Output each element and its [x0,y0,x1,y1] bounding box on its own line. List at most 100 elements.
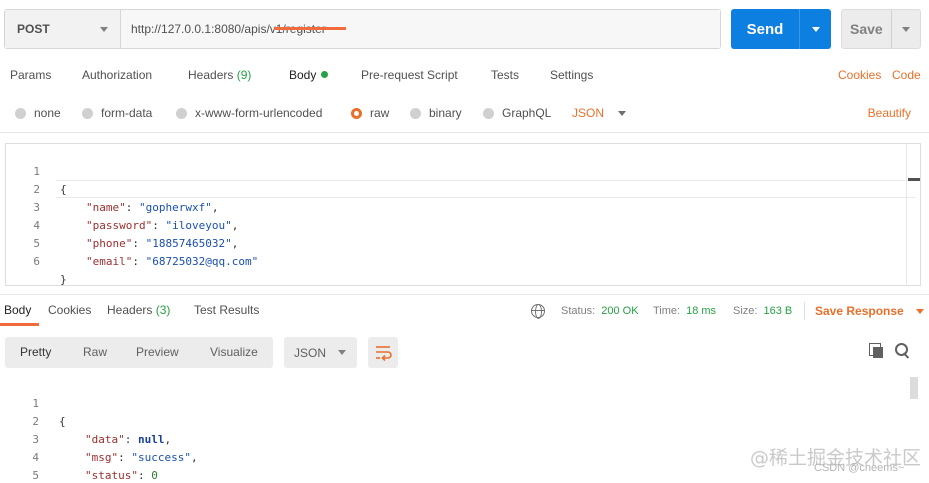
json-sep: : [137,469,152,482]
radio-circle-icon [176,107,187,119]
tab-response-body-label: Body [4,303,32,317]
tab-response-headers-label: Headers [107,303,153,317]
chevron-down-icon [338,350,347,355]
save-button-label: Save [850,21,883,37]
headers-count: (9) [236,68,252,82]
tab-tests[interactable]: Tests [491,62,519,92]
chevron-down-icon [915,308,924,314]
code-line: 6 } [6,235,906,286]
tab-body[interactable]: Body [289,62,329,92]
network-globe-icon[interactable] [531,300,545,322]
radio-raw[interactable]: raw [351,102,389,124]
code-line: 3 "msg": "success", [5,413,905,464]
response-format-select[interactable]: JSON [284,337,357,368]
tab-prerequest-label: Pre-request Script [361,68,458,82]
code-link-label: Code [892,68,921,82]
response-time: Time: 18 ms [653,300,716,322]
tab-settings[interactable]: Settings [550,62,593,92]
request-body-editor[interactable]: 1 { 2 "name": "gopherwxf", 3 "password":… [5,143,921,286]
tab-prerequest-script[interactable]: Pre-request Script [361,62,458,92]
save-button[interactable]: Save [841,9,921,49]
tab-params-label: Params [10,68,52,82]
radio-raw-label: raw [370,106,390,120]
radio-circle-icon [410,107,421,119]
response-scrollbar-thumb[interactable] [910,377,918,399]
save-dropdown-button[interactable] [890,10,920,48]
tab-authorization-label: Authorization [82,68,153,82]
code-link[interactable]: Code [892,62,921,92]
search-icon[interactable] [895,343,911,359]
code-line: 5 "email": "68725032@qq.com" [6,217,906,268]
method-select[interactable]: POST [5,10,121,48]
active-tab-underline [274,27,346,30]
radio-selected-icon [351,107,362,119]
chevron-down-icon [618,110,627,116]
radio-form-data[interactable]: form-data [82,102,152,124]
response-size: Size: 163 B [733,300,792,322]
json-value: "68725032@qq.com" [145,255,259,268]
tab-test-results[interactable]: Test Results [194,300,259,326]
language-label: JSON [572,106,605,120]
tab-response-headers[interactable]: Headers (3) [107,300,170,326]
line-number: 6 [33,255,40,268]
copy-icon[interactable] [869,343,885,359]
active-response-tab-underline [0,323,39,326]
size-label: Size: [733,305,758,317]
view-raw[interactable]: Raw [83,337,107,368]
method-label: POST [17,22,50,36]
tab-params[interactable]: Params [10,62,51,92]
radio-graphql[interactable]: GraphQL [483,102,551,124]
radio-form-data-label: form-data [101,106,153,120]
json-value: 0 [151,469,158,482]
radio-none[interactable]: none [15,102,61,124]
radio-urlencoded-label: x-www-form-urlencoded [195,106,323,120]
url-input[interactable] [121,10,720,48]
code-line: 2 "data": null, [5,395,905,446]
status-label: Status: [561,305,596,317]
cookies-link[interactable]: Cookies [838,62,881,92]
beautify-link[interactable]: Beautify [868,102,911,124]
radio-circle-icon [82,107,93,119]
send-button[interactable]: Send [731,9,831,49]
wrap-lines-icon [376,346,392,362]
send-dropdown-button[interactable] [799,9,831,49]
tab-response-cookies-label: Cookies [48,303,92,317]
view-pretty[interactable]: Pretty [20,337,51,368]
code-line: 2 "name": "gopherwxf", [6,163,906,214]
code-line: 4 "phone": "18857465032", [6,199,906,250]
time-value: 18 ms [686,305,717,317]
view-raw-label: Raw [83,345,108,359]
cookies-link-label: Cookies [838,68,882,82]
json-sep: : [132,255,146,268]
radio-none-label: none [34,106,61,120]
code-line: 3 "password": "iloveyou", [6,181,906,232]
radio-circle-icon [483,107,494,119]
tab-test-results-label: Test Results [194,303,260,317]
save-response-button[interactable]: Save Response [815,300,924,322]
send-button-label: Send [746,20,784,38]
response-status: Status: 200 OK [561,300,639,322]
tab-response-cookies[interactable]: Cookies [48,300,91,326]
view-preview[interactable]: Preview [136,337,179,368]
wrap-lines-button[interactable] [368,337,398,368]
response-headers-count: (3) [155,303,171,317]
code-text: "email": "68725032@qq.com" [86,253,258,271]
view-preview-label: Preview [136,345,179,359]
radio-binary[interactable]: binary [410,102,462,124]
request-tabs: Params Authorization Headers (9) Body Pr… [0,62,929,92]
code-text: "status": 0 [85,467,158,483]
tab-headers[interactable]: Headers (9) [188,62,251,92]
tab-authorization[interactable]: Authorization [82,62,152,92]
radio-circle-icon [15,107,26,119]
view-visualize[interactable]: Visualize [210,337,258,368]
editor-scrollbar[interactable] [906,144,920,285]
line-number: 5 [32,469,39,482]
response-view-switcher: Pretty Raw Preview Visualize [5,337,273,368]
status-value: 200 OK [601,305,639,317]
time-label: Time: [653,305,681,317]
language-select[interactable]: JSON [572,102,627,124]
size-value: 163 B [763,305,793,317]
radio-urlencoded[interactable]: x-www-form-urlencoded [176,102,322,124]
scrollbar-thumb[interactable] [908,178,920,181]
tab-settings-label: Settings [550,68,594,82]
